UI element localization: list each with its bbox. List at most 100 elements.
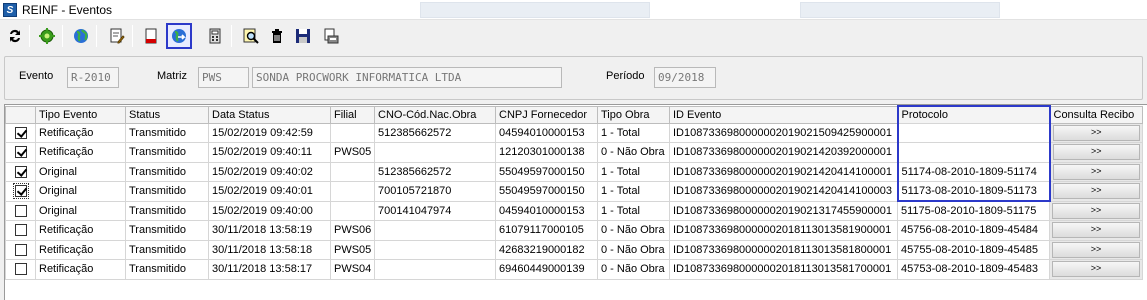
delete-button[interactable]: [264, 23, 290, 49]
edit-document-icon: [110, 28, 125, 44]
row-checkbox[interactable]: [14, 204, 27, 217]
data-status-cell: 15/02/2019 09:40:00: [208, 200, 331, 221]
filial-cell: PWS04: [330, 259, 375, 280]
consulta-recibo-button[interactable]: >>: [1052, 222, 1140, 239]
consulta-recibo-cell: >>: [1049, 142, 1143, 163]
id-evento-cell: ID1087336980000002019021420392000001: [669, 142, 898, 163]
row-checkbox[interactable]: [14, 243, 27, 256]
periodo-label: Período: [606, 70, 645, 82]
table-row[interactable]: Original Transmitido 15/02/2019 09:40:01 70…: [5, 181, 1143, 202]
tipo-evento-cell: Retificação: [35, 220, 126, 241]
table-row[interactable]: Retificação Transmitido 30/11/2018 13:58:1…: [5, 239, 1143, 260]
col-header-protocolo[interactable]: Protocolo: [896, 105, 1051, 123]
table-row[interactable]: Original Transmitido 15/02/2019 09:40:00 70…: [5, 200, 1143, 221]
cnpj-fornecedor-cell: 55049597000150: [495, 161, 598, 182]
row-checkbox[interactable]: [14, 165, 27, 178]
events-table: Tipo Evento Status Data Status Filial CN…: [5, 105, 1143, 280]
pdf-button[interactable]: [138, 23, 164, 49]
tipo-evento-cell: Retificação: [35, 142, 126, 163]
save-icon: [296, 29, 310, 43]
events-grid: Tipo Evento Status Data Status Filial CN…: [4, 104, 1147, 300]
data-status-cell: 30/11/2018 13:58:17: [208, 259, 331, 280]
periodo-field[interactable]: 09/2018: [654, 67, 716, 88]
cno-cell: 700105721870: [374, 181, 496, 202]
protocolo-cell: [896, 142, 1051, 163]
toolbar: [0, 20, 1147, 52]
table-row[interactable]: Retificação Transmitido 15/02/2019 09:40:1…: [5, 142, 1143, 163]
row-checkbox[interactable]: [14, 146, 27, 159]
cnpj-fornecedor-cell: 61079117000105: [495, 220, 598, 241]
select-column-header: [5, 105, 36, 124]
filial-cell: [330, 200, 375, 221]
edit-button[interactable]: [104, 23, 130, 49]
row-checkbox[interactable]: [14, 126, 27, 139]
table-row[interactable]: Retificação Transmitido 15/02/2019 09:42:5…: [5, 122, 1143, 143]
col-header-filial[interactable]: Filial: [330, 105, 375, 124]
filial-cell: PWS05: [330, 142, 375, 163]
row-checkbox[interactable]: [14, 224, 27, 237]
consulta-recibo-cell: >>: [1049, 259, 1143, 280]
matriz-name-field: SONDA PROCWORK INFORMATICA LTDA: [252, 67, 562, 88]
calculator-button[interactable]: [202, 23, 228, 49]
col-header-id-evento[interactable]: ID Evento: [669, 105, 898, 124]
consulta-recibo-button[interactable]: >>: [1052, 183, 1140, 200]
tipo-obra-cell: 1 - Total: [597, 122, 670, 143]
consulta-recibo-button[interactable]: >>: [1052, 202, 1140, 219]
filial-cell: [330, 161, 375, 182]
col-header-tipo-evento[interactable]: Tipo Evento: [35, 105, 126, 124]
data-status-cell: 15/02/2019 09:40:11: [208, 142, 331, 163]
window-title: REINF - Eventos: [22, 3, 113, 17]
filial-cell: PWS06: [330, 220, 375, 241]
print-button[interactable]: [318, 23, 344, 49]
refresh-button[interactable]: [2, 23, 28, 49]
cno-cell: 512385662572: [374, 161, 496, 182]
matriz-code-field[interactable]: PWS: [198, 67, 249, 88]
row-checkbox[interactable]: [14, 263, 27, 276]
col-header-consulta-recibo[interactable]: Consulta Recibo: [1049, 105, 1143, 124]
col-header-status[interactable]: Status: [125, 105, 209, 124]
tipo-obra-cell: 0 - Não Obra: [597, 220, 670, 241]
table-row[interactable]: Retificação Transmitido 30/11/2018 13:58:1…: [5, 259, 1143, 280]
tipo-evento-cell: Retificação: [35, 239, 126, 260]
consulta-recibo-button[interactable]: >>: [1052, 163, 1140, 180]
save-button[interactable]: [290, 23, 316, 49]
row-select-cell: [5, 200, 36, 221]
protocolo-cell: 45755-08-2010-1809-45485: [897, 239, 1050, 260]
table-row[interactable]: Original Transmitido 15/02/2019 09:40:02 51…: [5, 161, 1143, 182]
col-header-data-status[interactable]: Data Status: [208, 105, 331, 124]
filter-panel: Evento R-2010 Matriz PWS SONDA PROCWORK …: [4, 56, 1143, 100]
tipo-evento-cell: Retificação: [35, 259, 126, 280]
consulta-recibo-button[interactable]: >>: [1052, 241, 1140, 258]
consulta-recibo-button[interactable]: >>: [1052, 124, 1140, 141]
toolbar-separator: [29, 25, 30, 47]
filial-cell: [330, 122, 375, 143]
protocolo-cell: 51175-08-2010-1809-51175: [897, 200, 1050, 221]
row-select-cell: [5, 161, 36, 182]
process-button[interactable]: [34, 23, 60, 49]
matriz-label: Matriz: [157, 70, 187, 82]
row-select-cell: [5, 239, 36, 260]
col-header-cno[interactable]: CNO-Cód.Nac.Obra: [374, 105, 496, 124]
consulta-recibo-button[interactable]: >>: [1052, 144, 1140, 161]
tipo-evento-cell: Retificação: [35, 122, 126, 143]
consulta-recibo-button[interactable]: >>: [1052, 261, 1140, 278]
tipo-evento-cell: Original: [35, 200, 126, 221]
row-checkbox[interactable]: [12, 183, 29, 200]
transmit-button[interactable]: [166, 23, 192, 49]
consulta-recibo-cell: >>: [1049, 200, 1143, 221]
col-header-cnpj-fornecedor[interactable]: CNPJ Fornecedor: [495, 105, 598, 124]
cnpj-fornecedor-cell: 69460449000139: [495, 259, 598, 280]
search-button[interactable]: [238, 23, 264, 49]
toolbar-separator: [132, 25, 133, 47]
evento-label: Evento: [19, 70, 54, 82]
cnpj-fornecedor-cell: 04594010000153: [495, 200, 598, 221]
web-button[interactable]: [68, 23, 94, 49]
toolbar-separator: [96, 25, 97, 47]
protocolo-cell: [896, 122, 1051, 143]
cno-cell: [374, 259, 496, 280]
table-row[interactable]: Retificação Transmitido 30/11/2018 13:58:1…: [5, 220, 1143, 241]
col-header-tipo-obra[interactable]: Tipo Obra: [597, 105, 670, 124]
evento-field[interactable]: R-2010: [67, 67, 119, 88]
status-cell: Transmitido: [125, 220, 209, 241]
id-evento-cell: ID1087336980000002019021420414100001: [669, 161, 898, 182]
